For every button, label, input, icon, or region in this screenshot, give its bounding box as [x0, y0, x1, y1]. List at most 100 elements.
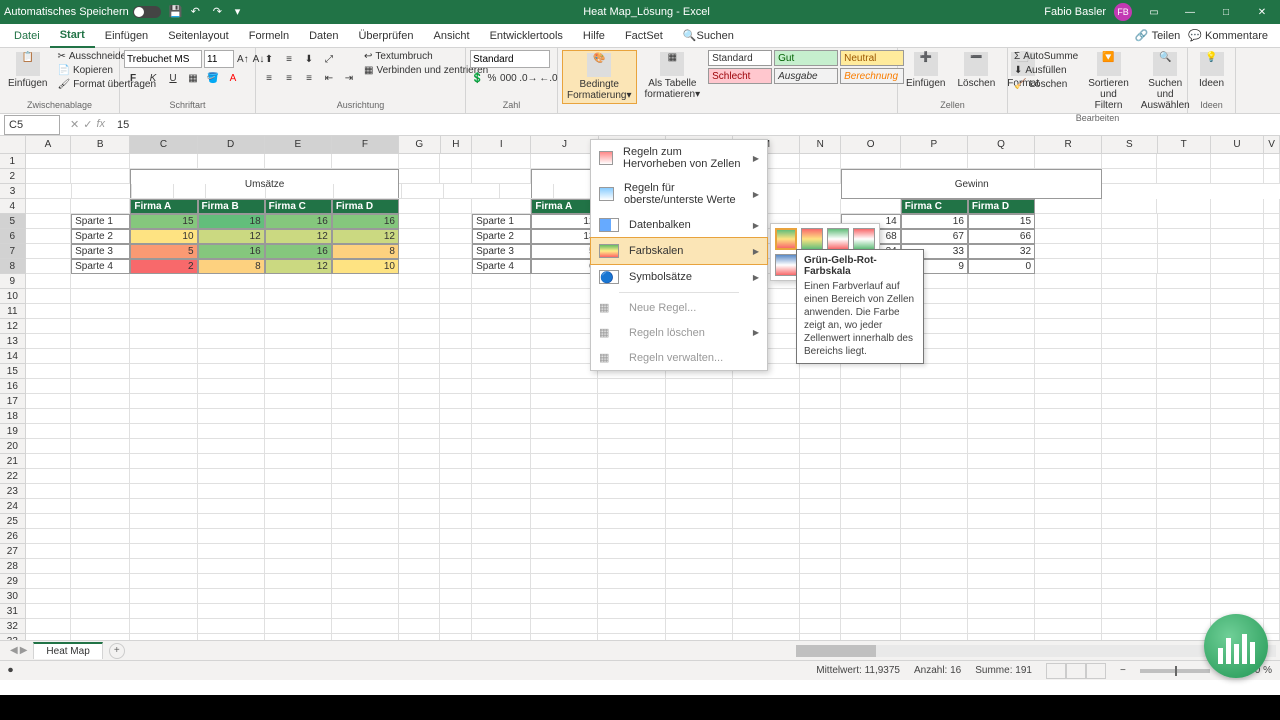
- ribbon-options-icon[interactable]: ▭: [1140, 0, 1168, 24]
- view-pagebreak-icon[interactable]: [1086, 663, 1106, 679]
- col-header[interactable]: U: [1211, 136, 1264, 153]
- menu-data-bars[interactable]: Datenbalken▶: [591, 212, 767, 238]
- align-top-icon[interactable]: ⬆: [260, 50, 278, 68]
- italic-icon[interactable]: K: [144, 69, 162, 87]
- save-icon[interactable]: 💾: [169, 5, 183, 19]
- autosum-button[interactable]: Σ AutoSumme: [1012, 50, 1080, 63]
- paste-button[interactable]: 📋Einfügen: [4, 50, 51, 91]
- insert-cells-button[interactable]: ➕Einfügen: [902, 50, 949, 91]
- tab-factset[interactable]: FactSet: [615, 24, 673, 48]
- tab-start[interactable]: Start: [50, 24, 95, 48]
- colorscale-ryg[interactable]: [801, 228, 823, 250]
- font-size-select[interactable]: [204, 50, 234, 68]
- border-icon[interactable]: ▦: [184, 69, 202, 87]
- tab-file[interactable]: Datei: [4, 24, 50, 48]
- avatar[interactable]: FB: [1114, 3, 1132, 21]
- col-header[interactable]: A: [26, 136, 71, 153]
- zoom-out-icon[interactable]: −: [1120, 665, 1126, 676]
- indent-dec-icon[interactable]: ⇤: [320, 69, 338, 87]
- ideas-button[interactable]: 💡Ideen: [1192, 50, 1231, 91]
- style-gut[interactable]: Gut: [774, 50, 838, 66]
- orientation-icon[interactable]: ⤢: [320, 50, 338, 68]
- share-button[interactable]: 🔗Teilen: [1135, 29, 1180, 42]
- menu-clear-rules[interactable]: ▦Regeln löschen▶: [591, 320, 767, 345]
- colorscale-gwr[interactable]: [827, 228, 849, 250]
- col-header[interactable]: H: [441, 136, 473, 153]
- accept-formula-icon[interactable]: ✓: [83, 118, 92, 131]
- spreadsheet-grid[interactable]: A B C D E F G H I J K L M N O P Q R S T …: [0, 136, 1280, 640]
- align-right-icon[interactable]: ≡: [300, 69, 318, 87]
- view-normal-icon[interactable]: [1046, 663, 1066, 679]
- col-header[interactable]: N: [800, 136, 841, 153]
- col-header[interactable]: S: [1102, 136, 1157, 153]
- currency-icon[interactable]: 💲: [470, 69, 484, 87]
- tab-dev[interactable]: Entwicklertools: [480, 24, 573, 48]
- fill-color-icon[interactable]: 🪣: [204, 69, 222, 87]
- align-center-icon[interactable]: ≡: [280, 69, 298, 87]
- menu-highlight-rules[interactable]: Regeln zum Hervorheben von Zellen▶: [591, 140, 767, 176]
- dec-inc-icon[interactable]: .0→: [519, 69, 537, 87]
- tab-data[interactable]: Daten: [299, 24, 348, 48]
- col-header[interactable]: F: [332, 136, 399, 153]
- tab-formulas[interactable]: Formeln: [239, 24, 299, 48]
- fx-icon[interactable]: fx: [96, 118, 105, 131]
- fill-button[interactable]: ⬇ Ausfüllen: [1012, 64, 1080, 77]
- style-neutral[interactable]: Neutral: [840, 50, 904, 66]
- tab-help[interactable]: Hilfe: [573, 24, 615, 48]
- font-color-icon[interactable]: A: [224, 69, 242, 87]
- align-left-icon[interactable]: ≡: [260, 69, 278, 87]
- col-header[interactable]: O: [841, 136, 900, 153]
- font-name-select[interactable]: [124, 50, 202, 68]
- col-header[interactable]: E: [265, 136, 332, 153]
- dec-dec-icon[interactable]: ←.0: [539, 69, 557, 87]
- undo-icon[interactable]: ↶: [191, 5, 205, 19]
- minimize-icon[interactable]: —: [1176, 0, 1204, 24]
- autosave-toggle[interactable]: Automatisches Speichern: [4, 6, 161, 18]
- colorscale-rwg[interactable]: [853, 228, 875, 250]
- clear-button[interactable]: 🧹 Löschen: [1012, 78, 1080, 91]
- align-middle-icon[interactable]: ≡: [280, 50, 298, 68]
- comma-icon[interactable]: 000: [499, 69, 517, 87]
- col-header[interactable]: I: [472, 136, 531, 153]
- style-schlecht[interactable]: Schlecht: [708, 68, 772, 84]
- colorscale-gyr[interactable]: [775, 228, 797, 250]
- find-select-button[interactable]: 🔍Suchen und Auswählen: [1137, 50, 1194, 113]
- select-all-corner[interactable]: [0, 136, 26, 153]
- percent-icon[interactable]: %: [486, 69, 497, 87]
- col-header[interactable]: Q: [968, 136, 1035, 153]
- comments-button[interactable]: 💬Kommentare: [1188, 29, 1268, 42]
- col-header[interactable]: V: [1264, 136, 1280, 153]
- add-sheet-button[interactable]: +: [109, 643, 125, 659]
- tab-insert[interactable]: Einfügen: [95, 24, 158, 48]
- tab-layout[interactable]: Seitenlayout: [158, 24, 239, 48]
- increase-font-icon[interactable]: A↑: [236, 50, 250, 68]
- menu-new-rule[interactable]: ▦Neue Regel...: [591, 295, 767, 320]
- conditional-format-button[interactable]: 🎨BedingteFormatierung▾: [562, 50, 637, 104]
- delete-cells-button[interactable]: ➖Löschen: [953, 50, 999, 91]
- name-box[interactable]: C5: [4, 115, 60, 135]
- qat-more-icon[interactable]: ▾: [235, 5, 249, 19]
- search-box[interactable]: 🔍 Suchen: [673, 24, 744, 48]
- sheet-tab-active[interactable]: Heat Map: [33, 642, 102, 659]
- style-standard[interactable]: Standard: [708, 50, 772, 66]
- style-ausgabe[interactable]: Ausgabe: [774, 68, 838, 84]
- close-icon[interactable]: ✕: [1248, 0, 1276, 24]
- col-header[interactable]: B: [71, 136, 130, 153]
- tab-view[interactable]: Ansicht: [423, 24, 479, 48]
- menu-icon-sets[interactable]: 🔵Symbolsätze▶: [591, 264, 767, 290]
- maximize-icon[interactable]: □: [1212, 0, 1240, 24]
- col-header[interactable]: G: [399, 136, 440, 153]
- col-header[interactable]: C: [130, 136, 197, 153]
- menu-top-bottom[interactable]: Regeln für oberste/unterste Werte▶: [591, 176, 767, 212]
- sort-filter-button[interactable]: 🔽Sortieren und Filtern: [1084, 50, 1133, 113]
- col-header[interactable]: R: [1035, 136, 1102, 153]
- menu-color-scales[interactable]: Farbskalen▶: [590, 237, 768, 265]
- cancel-formula-icon[interactable]: ✕: [70, 118, 79, 131]
- tab-review[interactable]: Überprüfen: [348, 24, 423, 48]
- col-header[interactable]: J: [531, 136, 598, 153]
- align-bottom-icon[interactable]: ⬇: [300, 50, 318, 68]
- number-format-select[interactable]: [470, 50, 550, 68]
- redo-icon[interactable]: ↷: [213, 5, 227, 19]
- colorscale-bwr[interactable]: [775, 254, 797, 276]
- bold-icon[interactable]: F: [124, 69, 142, 87]
